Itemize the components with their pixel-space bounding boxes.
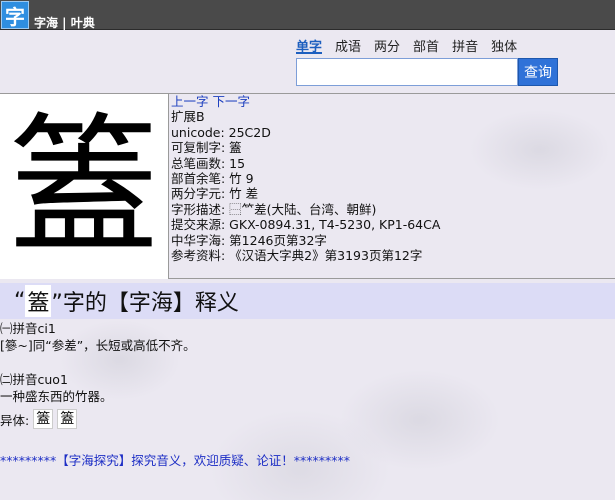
glyph-large: 篕: [8, 99, 159, 274]
glyph-display: 篕: [0, 94, 169, 279]
tab-two-parts[interactable]: 两分: [374, 34, 400, 55]
variant-char[interactable]: 篕: [33, 409, 54, 429]
definition-heading: “篕 ”字的【字海】释义: [0, 283, 615, 319]
footer-note: *********【字海探究】探究音义，欢迎质疑、论证！*********: [0, 453, 351, 468]
definition-line: 一种盛东西的竹器。: [0, 389, 113, 404]
tab-pinyin[interactable]: 拼音: [452, 34, 478, 55]
info-line: 中华字海: 第1246页第32字: [171, 232, 327, 248]
site-name[interactable]: 字海 | 叶典: [34, 14, 95, 31]
heading-char: 篕: [25, 285, 52, 317]
heading-suffix: ”字的【字海】释义: [51, 291, 239, 316]
prev-char-link[interactable]: 上一字: [171, 94, 209, 109]
info-line: 参考资料: 《汉语大字典2》第3193页第12字: [171, 247, 423, 263]
info-line: 总笔画数: 15: [171, 155, 246, 171]
site-logo[interactable]: 字: [1, 1, 29, 29]
info-line: 扩展B: [171, 109, 205, 125]
next-char-link[interactable]: 下一字: [213, 94, 251, 109]
top-bar: 字 字海 | 叶典: [0, 0, 615, 30]
tab-single-char[interactable]: 单字: [296, 34, 323, 55]
char-nav: 上一字 下一字: [171, 94, 615, 109]
info-line: 部首余笔: 竹 9: [171, 170, 254, 186]
info-line: 字形描述: ⿱⺮差(大陆、台湾、朝鲜): [171, 201, 377, 217]
heading-prefix: “: [14, 288, 26, 314]
definition-content: ㈠拼音ci1 [篸~]同“参差”，长短或高低不齐。 ㈡拼音cuo1 一种盛东西的…: [0, 320, 615, 429]
char-info-table: 篕 上一字 下一字 扩展B unicode: 25C2D 可复制字: 篕 总笔画…: [0, 93, 615, 279]
tab-single-body[interactable]: 独体: [491, 34, 517, 55]
search-button[interactable]: 查询: [518, 58, 558, 86]
info-line: 可复制字: 篕: [171, 140, 242, 156]
variants-row: 异体: 篕 篕: [0, 409, 615, 429]
tab-radical[interactable]: 部首: [413, 34, 439, 55]
variants-label: 异体:: [0, 412, 30, 428]
definition-line: [篸~]同“参差”，长短或高低不齐。: [0, 338, 196, 353]
definition-line: ㈠拼音ci1: [0, 321, 56, 336]
search-input[interactable]: [296, 58, 518, 86]
search-area: 单字 成语 两分 部首 拼音 独体 查询: [296, 34, 564, 90]
info-line: 两分字元: 竹 差: [171, 186, 259, 202]
info-line: unicode: 25C2D: [171, 124, 271, 140]
definition-line: ㈡拼音cuo1: [0, 372, 68, 387]
search-tabs: 单字 成语 两分 部首 拼音 独体: [296, 34, 564, 55]
tab-idiom[interactable]: 成语: [335, 34, 361, 55]
info-lines: 上一字 下一字 扩展B unicode: 25C2D 可复制字: 篕 总笔画数:…: [171, 94, 615, 263]
info-line: 提交来源: GKX-0894.31, T4-5230, KP1-64CA: [171, 217, 441, 233]
definition-line: [0, 354, 615, 371]
variant-char[interactable]: 篕: [57, 409, 78, 429]
